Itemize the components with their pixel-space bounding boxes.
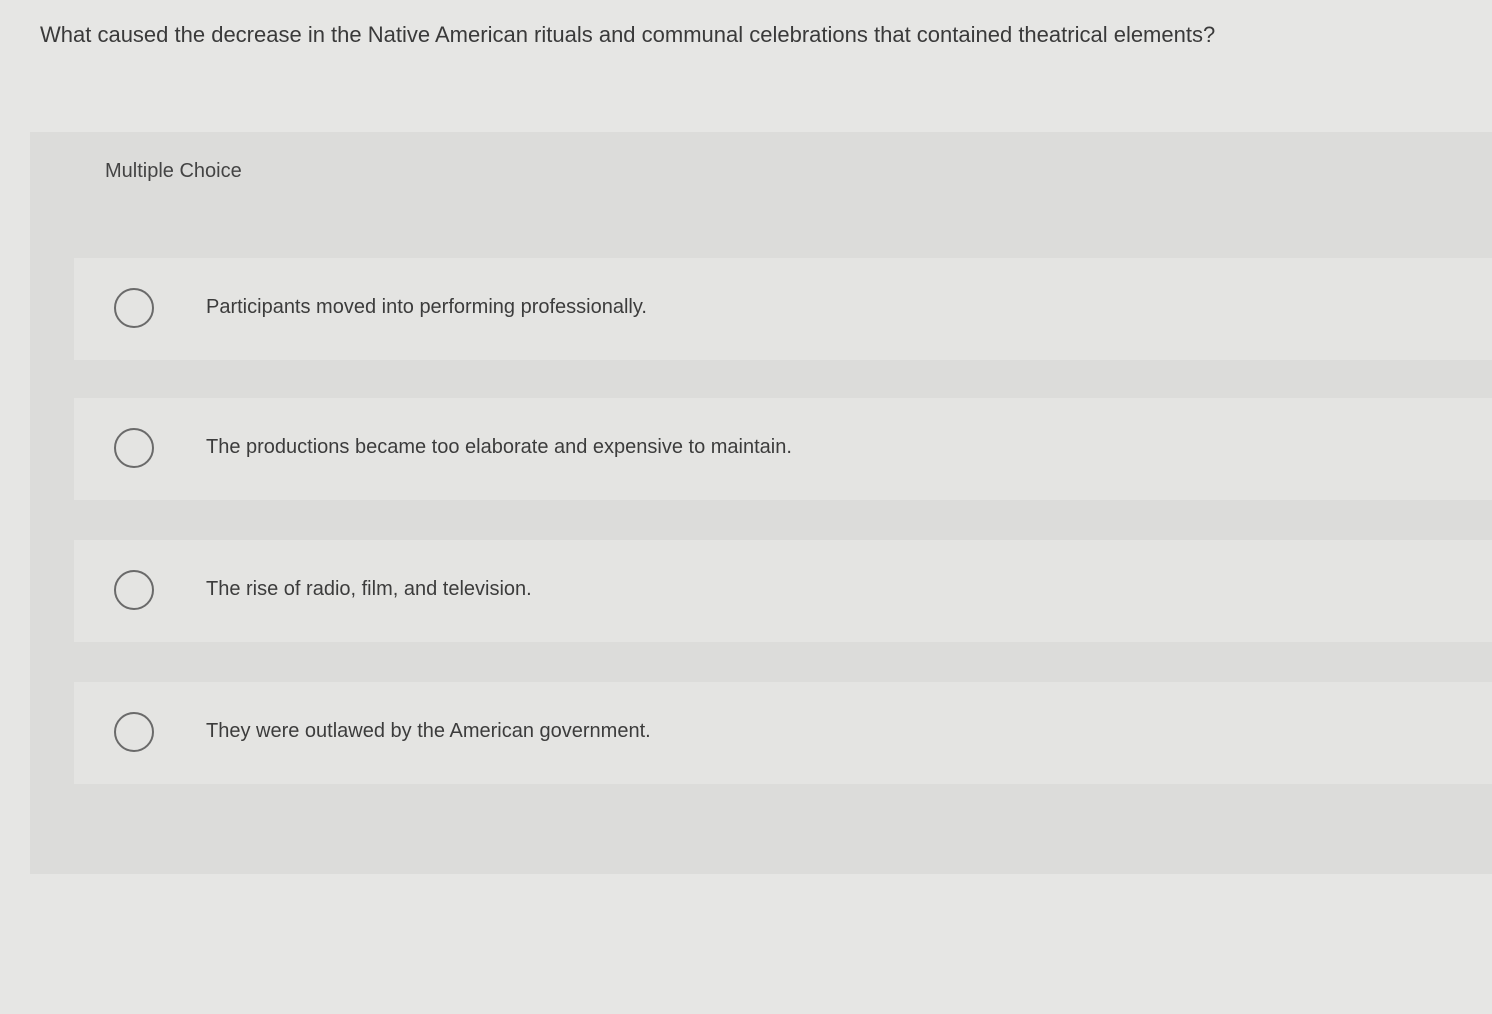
radio-button[interactable] xyxy=(114,288,154,328)
answer-option-4[interactable]: They were outlawed by the American gover… xyxy=(74,682,1492,784)
answer-option-2[interactable]: The productions became too elaborate and… xyxy=(74,398,1492,500)
radio-button[interactable] xyxy=(114,712,154,752)
answer-option-1[interactable]: Participants moved into performing profe… xyxy=(74,258,1492,360)
answer-option-label: The rise of radio, film, and television. xyxy=(206,578,532,600)
question-type-label: Multiple Choice xyxy=(105,160,242,182)
question-text: What caused the decrease in the Native A… xyxy=(40,22,1216,47)
radio-button[interactable] xyxy=(114,428,154,468)
answer-option-label: They were outlawed by the American gover… xyxy=(206,720,651,742)
answer-option-label: Participants moved into performing profe… xyxy=(206,296,647,318)
multiple-choice-panel: Multiple Choice Participants moved into … xyxy=(30,132,1492,874)
answer-option-3[interactable]: The rise of radio, film, and television. xyxy=(74,540,1492,642)
radio-button[interactable] xyxy=(114,570,154,610)
answer-option-label: The productions became too elaborate and… xyxy=(206,436,792,458)
